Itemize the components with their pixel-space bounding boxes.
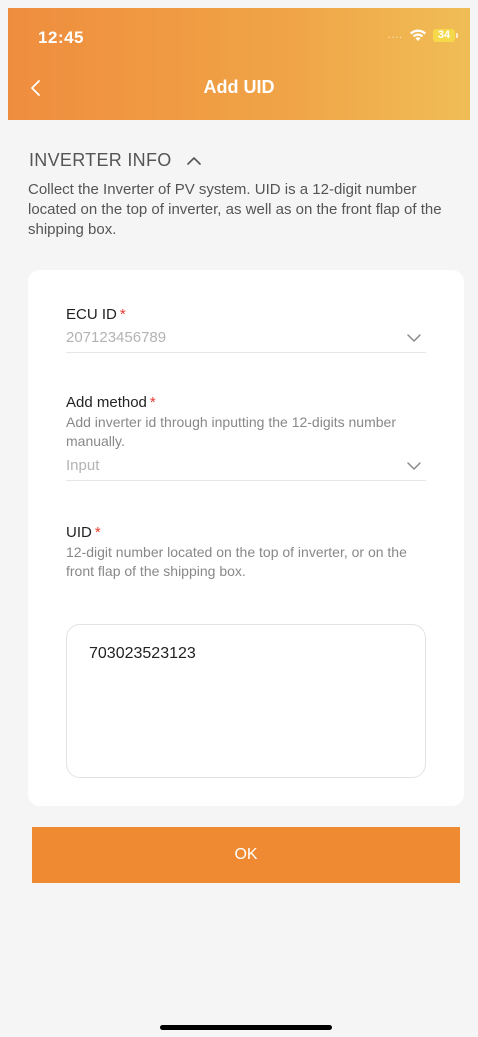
section-description: Collect the Inverter of PV system. UID i… (28, 181, 442, 238)
add-method-help: Add inverter id through inputting the 12… (66, 414, 396, 449)
ecu-id-label-text: ECU ID (66, 306, 117, 323)
add-method-select[interactable]: Input (66, 451, 426, 481)
form-card: ECU ID * 207123456789 Add method * Add inv… (28, 270, 464, 806)
required-marker: * (149, 394, 156, 411)
add-method-field: Add method * Add inverter id through inpu… (66, 394, 426, 481)
add-method-label: Add method * (66, 394, 426, 411)
page-title: Add UID (203, 77, 275, 97)
chevron-down-icon (407, 333, 421, 342)
required-marker: * (119, 306, 126, 323)
status-bar: 12:45 .... 34 (8, 8, 470, 64)
chevron-up-icon (186, 156, 201, 165)
wifi-icon (410, 29, 426, 41)
ecu-id-field: ECU ID * 207123456789 (66, 306, 426, 353)
app-header: 12:45 .... 34 Add UID (8, 8, 470, 120)
battery-icon: 34 (433, 28, 455, 42)
uid-field: UID * 12-digit number located on the top … (66, 524, 426, 581)
home-indicator (160, 1025, 332, 1030)
ecu-id-label: ECU ID * (66, 306, 426, 323)
battery-tip (456, 32, 458, 38)
uid-label: UID * (66, 524, 426, 541)
inverter-info-toggle[interactable]: INVERTER INFO (29, 150, 202, 171)
uid-help: 12-digit number located on the top of in… (66, 544, 407, 579)
status-time: 12:45 (38, 28, 84, 47)
uid-label-text: UID (66, 524, 92, 541)
signal-icon: .... (387, 29, 403, 41)
chevron-down-icon (407, 461, 421, 470)
uid-input[interactable]: 703023523123 (66, 624, 426, 778)
add-method-label-text: Add method (66, 394, 147, 411)
ecu-id-select[interactable]: 207123456789 (66, 323, 426, 353)
ecu-id-value: 207123456789 (66, 329, 167, 346)
nav-bar: Add UID (8, 64, 470, 120)
section-title: INVERTER INFO (29, 150, 172, 170)
add-method-value: Input (66, 457, 100, 474)
required-marker: * (94, 524, 101, 541)
ok-button[interactable]: OK (32, 827, 460, 883)
status-indicators: .... 34 (388, 28, 458, 42)
